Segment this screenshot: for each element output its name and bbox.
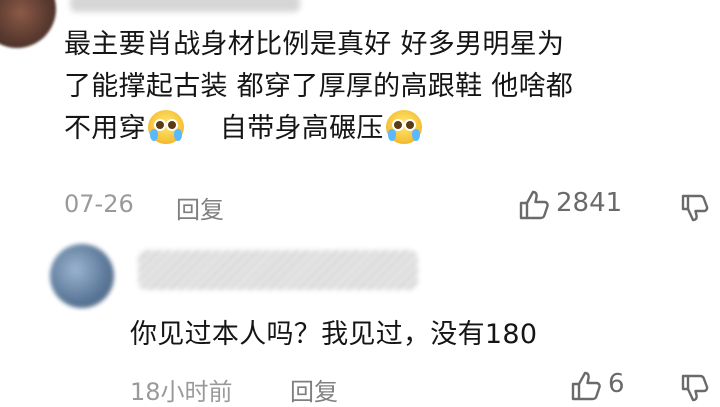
comment-line: 最主要肖战身材比例是真好 好多男明星为: [64, 29, 565, 60]
comment-line: 了能撑起古装 都穿了厚厚的高跟鞋 他啥都: [64, 71, 574, 102]
avatar[interactable]: [50, 244, 114, 308]
comment-line-part: 自带身高碾压: [219, 113, 384, 144]
reply-comment-text: 你见过本人吗？我见过，没有180: [130, 319, 538, 350]
crying-laughing-emoji-icon: [385, 110, 422, 144]
comment-line: 不用穿 自带身高碾压: [64, 108, 714, 150]
like-count: 6: [608, 369, 625, 399]
comment-text: 最主要肖战身材比例是真好 好多男明星为 了能撑起古装 都穿了厚厚的高跟鞋 他啥都…: [64, 24, 714, 150]
thumbs-up-icon[interactable]: [518, 189, 552, 221]
avatar[interactable]: [0, 0, 56, 48]
thumbs-down-icon[interactable]: [680, 373, 712, 403]
reply-button[interactable]: 回复: [176, 190, 224, 225]
thumbs-down-icon[interactable]: [680, 193, 712, 223]
comment-time: 18小时前: [130, 378, 233, 406]
username-blurred[interactable]: [70, 0, 300, 12]
comment-line-part: 不用穿: [64, 113, 146, 144]
crying-laughing-emoji-icon: [147, 110, 184, 144]
thumbs-up-icon[interactable]: [570, 370, 604, 402]
username-blurred[interactable]: [138, 250, 418, 290]
like-count: 2841: [556, 188, 623, 218]
reply-button[interactable]: 回复: [290, 372, 338, 407]
comment-date: 07-26: [64, 190, 134, 218]
